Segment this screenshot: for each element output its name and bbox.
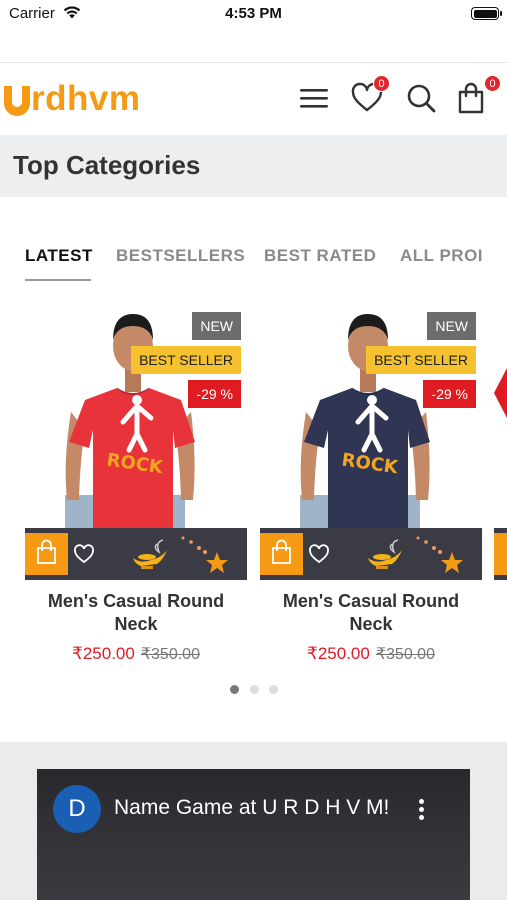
new-badge: NEW — [192, 312, 241, 340]
cart-count-badge: 0 — [484, 75, 501, 92]
logo-u-mark-icon — [4, 86, 30, 116]
embedded-video-player[interactable]: D Name Game at U R D H V M! — [37, 769, 470, 900]
product-card[interactable]: ROCK NEW BEST SELLER -29 % Men's Casual … — [260, 300, 482, 670]
product-name[interactable]: Men's Casual Round Neck — [25, 590, 247, 636]
bestseller-badge: BEST SELLER — [131, 346, 241, 374]
section-title: Top Categories — [13, 150, 201, 180]
carousel-dot[interactable] — [269, 685, 278, 694]
menu-icon — [300, 89, 328, 108]
search-icon — [407, 84, 436, 113]
original-price: ₹350.00 — [375, 646, 435, 663]
product-image[interactable]: ROCK NEW BEST SELLER -29 % — [260, 300, 482, 528]
next-product-card-peek[interactable] — [494, 300, 507, 580]
magic-lamp-icon[interactable] — [362, 538, 406, 572]
heart-icon[interactable] — [73, 543, 95, 565]
product-action-bar — [25, 528, 247, 580]
shopping-bag-icon — [37, 539, 56, 564]
sale-price: ₹250.00 — [72, 644, 135, 663]
product-tabs: LATEST BESTSELLERS BEST RATED ALL PROI — [0, 246, 507, 286]
carousel-pagination — [0, 685, 507, 695]
sale-price: ₹250.00 — [307, 644, 370, 663]
logo-text: rdhvm — [31, 79, 141, 118]
product-action-bar — [260, 528, 482, 580]
add-to-cart-button[interactable] — [25, 533, 68, 575]
menu-button[interactable] — [298, 81, 332, 115]
discount-badge: -29 % — [423, 380, 476, 408]
add-to-cart-button[interactable] — [260, 533, 303, 575]
active-tab-indicator — [25, 279, 91, 281]
clock: 4:53 PM — [225, 5, 282, 22]
tab-bestsellers[interactable]: BESTSELLERS — [116, 246, 245, 266]
tab-all-products[interactable]: ALL PROI — [400, 246, 483, 266]
product-price: ₹250.00 ₹350.00 — [25, 644, 247, 664]
magic-lamp-icon[interactable] — [127, 538, 171, 572]
brand-logo[interactable]: rdhvm — [2, 79, 140, 119]
product-card[interactable]: ROCK NEW BEST SELLER -29 % Men's Casual … — [25, 300, 247, 670]
shopping-bag-icon — [272, 539, 291, 564]
video-section: D Name Game at U R D H V M! — [0, 742, 507, 900]
product-price: ₹250.00 ₹350.00 — [260, 644, 482, 664]
carousel-dot[interactable] — [230, 685, 239, 694]
search-button[interactable] — [404, 81, 438, 115]
wishlist-button[interactable]: 0 — [350, 75, 390, 115]
wishlist-count-badge: 0 — [373, 75, 390, 92]
product-carousel[interactable]: ROCK NEW BEST SELLER -29 % Men's Casual … — [0, 300, 507, 670]
wishing-star-icon[interactable] — [410, 530, 466, 576]
wishing-star-icon[interactable] — [175, 530, 231, 576]
video-title[interactable]: Name Game at U R D H V M! — [114, 796, 389, 820]
bestseller-badge: BEST SELLER — [366, 346, 476, 374]
original-price: ₹350.00 — [140, 646, 200, 663]
product-name[interactable]: Men's Casual Round Neck — [260, 590, 482, 636]
heart-icon[interactable] — [308, 543, 330, 565]
carousel-dot[interactable] — [250, 685, 259, 694]
tab-best-rated[interactable]: BEST RATED — [264, 246, 376, 266]
new-badge: NEW — [427, 312, 476, 340]
discount-badge: -29 % — [188, 380, 241, 408]
app-header: rdhvm 0 0 — [0, 62, 507, 136]
status-bar: Carrier 4:53 PM — [0, 0, 507, 30]
product-image[interactable]: ROCK NEW BEST SELLER -29 % — [25, 300, 247, 528]
more-options-icon[interactable] — [417, 799, 425, 823]
tab-latest[interactable]: LATEST — [25, 246, 93, 266]
cart-button[interactable]: 0 — [455, 75, 501, 115]
channel-avatar[interactable]: D — [53, 785, 101, 833]
battery-icon — [471, 7, 502, 20]
section-header: Top Categories — [0, 135, 507, 197]
